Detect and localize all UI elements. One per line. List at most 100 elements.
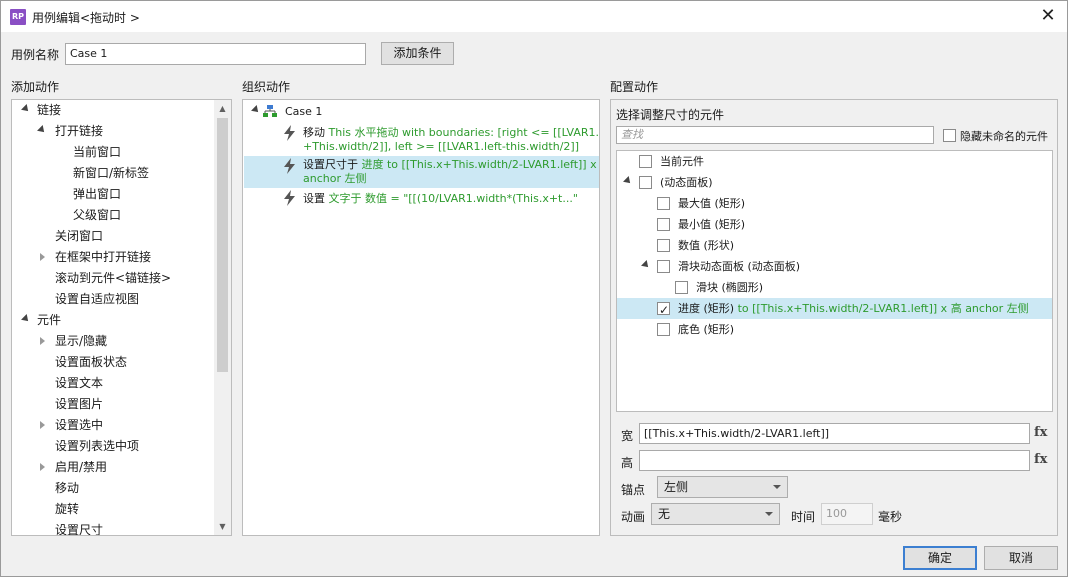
hide-unnamed-checkbox[interactable]: [943, 129, 956, 142]
tree-item-rotate[interactable]: 旋转: [12, 499, 215, 520]
cancel-button[interactable]: 取消: [984, 546, 1058, 570]
height-fx-button[interactable]: fx: [1034, 452, 1047, 467]
action-detail-line2: +This.width/2]], left >= [[LVAR1.left-th…: [303, 140, 579, 153]
widget-row-min[interactable]: 最小值 (矩形): [617, 214, 1052, 235]
lightning-icon: [284, 190, 295, 206]
tree-item-move[interactable]: 移动: [12, 478, 215, 499]
tree-item-scroll-to[interactable]: 滚动到元件<锚链接>: [12, 268, 215, 289]
case-node[interactable]: Case 1: [243, 101, 599, 122]
scroll-down-icon[interactable]: ▼: [214, 518, 231, 535]
widget-row-slider[interactable]: 滑块 (椭圆形): [617, 277, 1052, 298]
widget-checkbox[interactable]: [657, 197, 670, 210]
width-label: 宽: [621, 429, 634, 443]
scroll-up-icon[interactable]: ▲: [214, 100, 231, 117]
action-set-size[interactable]: 设置尺寸于 进度 to [[This.x+This.width/2-LVAR1.…: [244, 156, 599, 188]
tree-item-widgets[interactable]: 元件: [12, 310, 215, 331]
tree-item-popup[interactable]: 弹出窗口: [12, 184, 215, 205]
widget-checkbox[interactable]: [639, 155, 652, 168]
collapsed-icon[interactable]: [40, 253, 45, 261]
widget-row-current[interactable]: 当前元件: [617, 151, 1052, 172]
tree-item-set-size[interactable]: 设置尺寸: [12, 520, 215, 535]
action-verb: 移动: [303, 126, 325, 139]
height-input[interactable]: [639, 450, 1030, 471]
tree-item-links[interactable]: 链接: [12, 100, 215, 121]
tree-item-set-text[interactable]: 设置文本: [12, 373, 215, 394]
tree-item-set-panel-state[interactable]: 设置面板状态: [12, 352, 215, 373]
widget-checkbox[interactable]: [657, 239, 670, 252]
tree-item-current-window[interactable]: 当前窗口: [12, 142, 215, 163]
chevron-down-icon: [765, 512, 773, 516]
expand-icon[interactable]: [623, 176, 633, 186]
widget-row-max[interactable]: 最大值 (矩形): [617, 193, 1052, 214]
action-detail-line2: anchor 左侧: [303, 172, 367, 185]
tree-item-show-hide[interactable]: 显示/隐藏: [12, 331, 215, 352]
lightning-icon: [284, 125, 295, 141]
tree-item-open-link[interactable]: 打开链接: [12, 121, 215, 142]
add-actions-tree: 链接 打开链接 当前窗口 新窗口/新标签 弹出窗口 父级窗口 关闭窗口 在框架中…: [11, 99, 232, 536]
animation-select[interactable]: 无: [651, 503, 780, 525]
collapsed-icon[interactable]: [40, 421, 45, 429]
action-set-text[interactable]: 设置 文字于 数值 = "[[(10/LVAR1.width*(This.x+t…: [243, 190, 599, 208]
case-name-input[interactable]: Case 1: [65, 43, 366, 65]
widget-checkbox[interactable]: [657, 323, 670, 336]
tree-item-new-tab[interactable]: 新窗口/新标签: [12, 163, 215, 184]
widget-row-dynamic-panel[interactable]: (动态面板): [617, 172, 1052, 193]
scroll-thumb[interactable]: [217, 118, 228, 372]
case-tree-icon: [263, 105, 277, 117]
action-detail: This 水平拖动 with boundaries: [right <= [[L…: [328, 126, 600, 139]
action-detail: 进度 to [[This.x+This.width/2-LVAR1.left]]…: [361, 158, 600, 171]
tree-item-set-selected[interactable]: 设置选中: [12, 415, 215, 436]
ok-button[interactable]: 确定: [903, 546, 977, 570]
tree-item-parent-window[interactable]: 父级窗口: [12, 205, 215, 226]
anchor-select[interactable]: 左侧: [657, 476, 788, 498]
widget-tree: 当前元件 (动态面板) 最大值 (矩形) 最小值 (矩形) 数值 (形状) 滑块…: [616, 150, 1053, 412]
collapsed-icon[interactable]: [40, 337, 45, 345]
height-label: 高: [621, 456, 634, 470]
tree-item-enable-disable[interactable]: 启用/禁用: [12, 457, 215, 478]
ms-label: 毫秒: [878, 510, 903, 524]
add-actions-header: 添加动作: [11, 80, 60, 94]
chevron-down-icon: [773, 485, 781, 489]
case-name-label: 用例名称: [11, 48, 60, 62]
tree-item-set-image[interactable]: 设置图片: [12, 394, 215, 415]
anchor-label: 锚点: [621, 483, 646, 497]
widget-checkbox[interactable]: [675, 281, 688, 294]
add-actions-scrollbar[interactable]: ▲ ▼: [214, 100, 231, 535]
widget-checkbox[interactable]: [657, 260, 670, 273]
width-input[interactable]: [[This.x+This.width/2-LVAR1.left]]: [639, 423, 1030, 444]
organize-actions-panel: Case 1 移动 This 水平拖动 with boundaries: [ri…: [242, 99, 600, 536]
search-input[interactable]: 查找: [616, 126, 934, 144]
action-move[interactable]: 移动 This 水平拖动 with boundaries: [right <= …: [243, 124, 599, 158]
expand-icon[interactable]: [641, 260, 651, 270]
tree-item-open-in-frame[interactable]: 在框架中打开链接: [12, 247, 215, 268]
configure-actions-panel: 选择调整尺寸的元件 查找 隐藏未命名的元件 当前元件 (动态面板) 最大值 (矩…: [610, 99, 1058, 536]
widget-checkbox[interactable]: [657, 218, 670, 231]
expand-icon[interactable]: [21, 314, 31, 324]
widget-row-value[interactable]: 数值 (形状): [617, 235, 1052, 256]
lightning-icon: [284, 158, 295, 174]
action-verb: 设置尺寸于: [303, 158, 358, 171]
select-widget-label: 选择调整尺寸的元件: [616, 108, 725, 122]
tree-item-set-list-selected[interactable]: 设置列表选中项: [12, 436, 215, 457]
action-detail: 文字于 数值 = "[[(10/LVAR1.width*(This.x+t...…: [328, 192, 578, 205]
add-condition-button[interactable]: 添加条件: [381, 42, 454, 65]
widget-checkbox[interactable]: [639, 176, 652, 189]
close-icon[interactable]: ✕: [1037, 5, 1059, 27]
width-fx-button[interactable]: fx: [1034, 425, 1047, 440]
tree-item-close-window[interactable]: 关闭窗口: [12, 226, 215, 247]
expand-icon[interactable]: [21, 104, 31, 114]
expand-icon[interactable]: [37, 125, 47, 135]
organize-actions-header: 组织动作: [242, 80, 291, 94]
app-icon: RP: [10, 9, 26, 25]
widget-row-progress[interactable]: 进度 (矩形) to [[This.x+This.width/2-LVAR1.l…: [617, 298, 1052, 321]
time-label: 时间: [791, 510, 816, 524]
animation-label: 动画: [621, 510, 646, 524]
expand-icon[interactable]: [251, 105, 261, 115]
window-title: 用例编辑<拖动时 >: [32, 11, 140, 25]
widget-row-background[interactable]: 底色 (矩形): [617, 319, 1052, 340]
time-input[interactable]: 100: [821, 503, 873, 525]
collapsed-icon[interactable]: [40, 463, 45, 471]
widget-row-slider-panel[interactable]: 滑块动态面板 (动态面板): [617, 256, 1052, 277]
tree-item-adaptive-view[interactable]: 设置自适应视图: [12, 289, 215, 310]
widget-checkbox-checked[interactable]: [657, 300, 670, 321]
